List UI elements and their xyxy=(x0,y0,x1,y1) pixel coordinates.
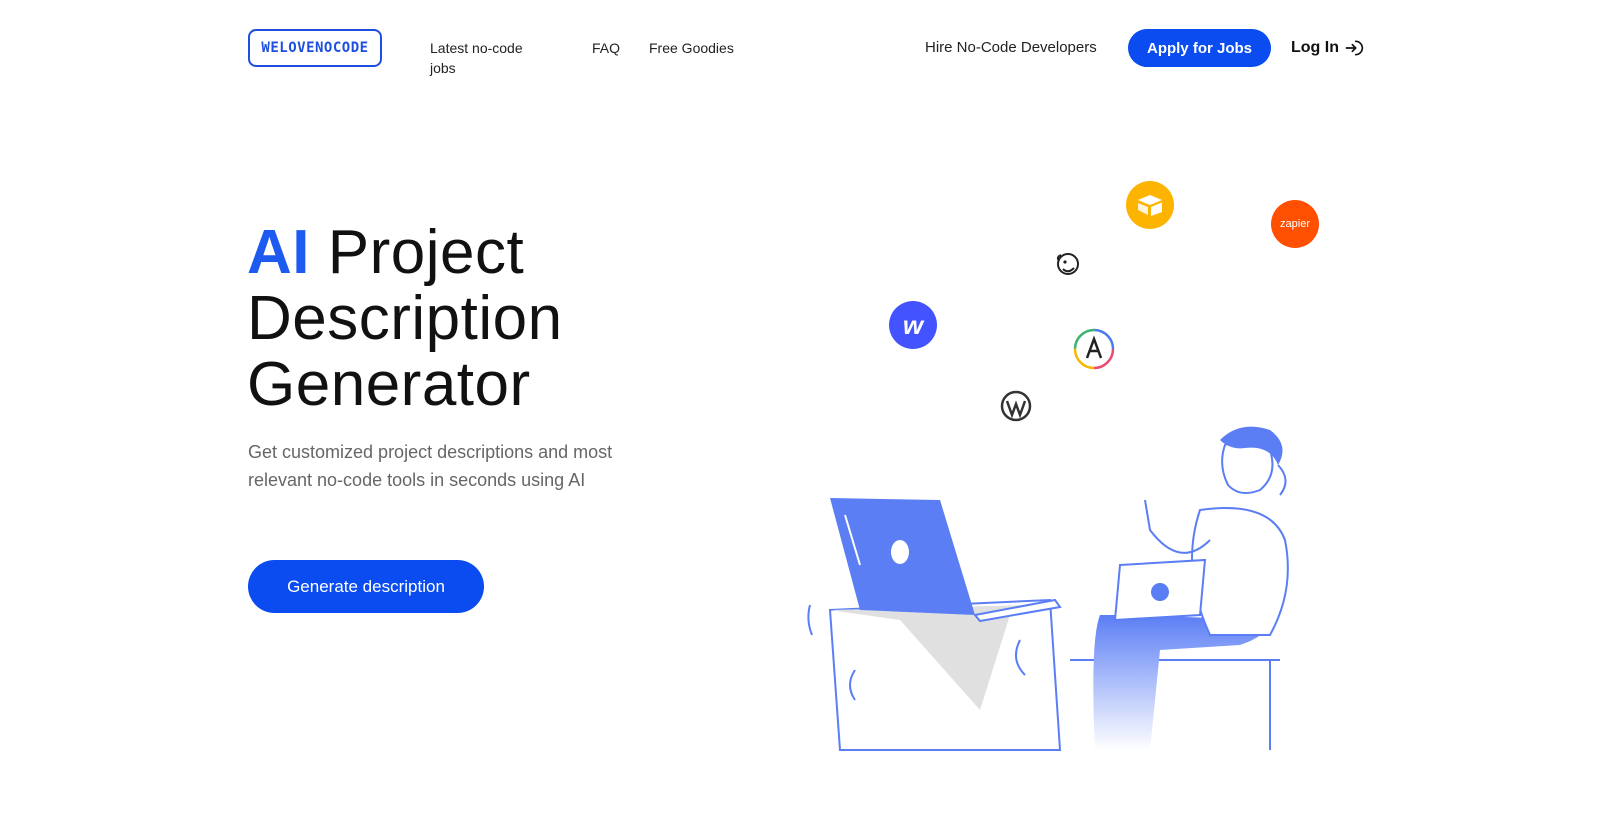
airtable-icon xyxy=(1126,181,1174,229)
login-icon xyxy=(1345,40,1364,56)
hero-illustration: w zapier xyxy=(800,170,1360,790)
login-link[interactable]: Log In xyxy=(1291,36,1364,60)
zapier-icon: zapier xyxy=(1271,200,1319,248)
wordpress-icon xyxy=(1000,390,1032,422)
login-label: Log In xyxy=(1291,39,1339,56)
apply-for-jobs-button[interactable]: Apply for Jobs xyxy=(1128,29,1271,67)
webflow-letter: w xyxy=(902,309,924,340)
mailchimp-icon xyxy=(1053,251,1083,281)
adalo-icon xyxy=(1072,327,1116,371)
nav-free-goodies[interactable]: Free Goodies xyxy=(649,38,734,58)
page-title: AI Project Description Generator xyxy=(247,220,767,418)
webflow-icon: w xyxy=(889,301,937,349)
nav-faq[interactable]: FAQ xyxy=(592,38,620,58)
person-at-laptop-illustration xyxy=(807,426,1289,751)
nav-latest-jobs[interactable]: Latest no-code jobs xyxy=(430,38,550,78)
zapier-wordmark: zapier xyxy=(1280,218,1310,230)
hero-subtitle: Get customized project descriptions and … xyxy=(248,442,613,490)
logo[interactable]: WELOVENOCODE xyxy=(248,29,382,67)
nav-hire-developers[interactable]: Hire No-Code Developers xyxy=(925,38,1097,58)
title-accent: AI xyxy=(247,218,310,287)
generate-description-button[interactable]: Generate description xyxy=(248,560,484,613)
